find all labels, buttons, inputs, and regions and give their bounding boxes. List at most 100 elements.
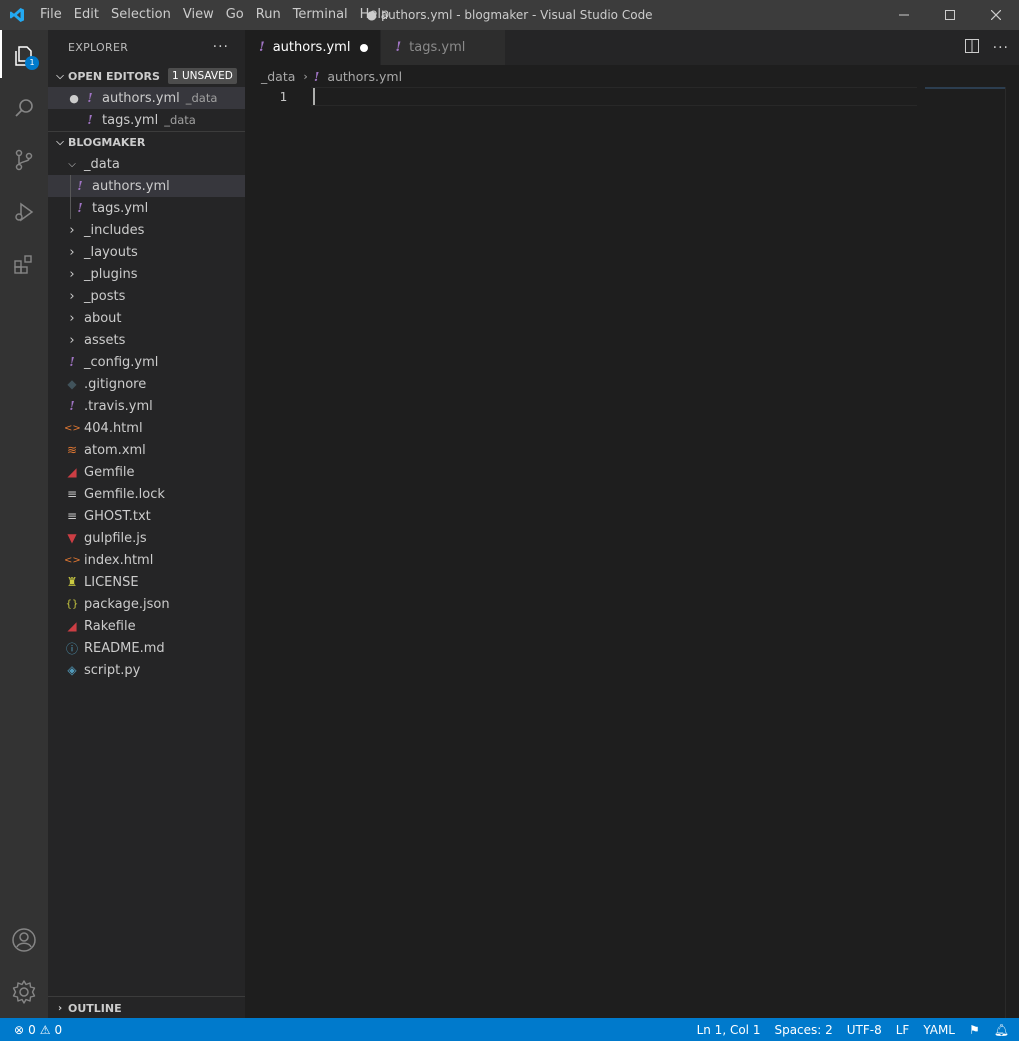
menu-edit[interactable]: Edit [68, 0, 105, 30]
menu-help[interactable]: Help [354, 0, 396, 30]
menu-file[interactable]: File [34, 0, 68, 30]
file-item[interactable]: ⓘ README.md [48, 637, 245, 659]
notifications-bell-icon[interactable]: 🔔︎ [994, 1023, 1009, 1037]
split-editor-icon[interactable] [964, 38, 979, 57]
warning-count: 0 [54, 1022, 63, 1037]
unsaved-dot-icon[interactable] [360, 43, 369, 52]
file-item[interactable]: ◢ Rakefile [48, 615, 245, 637]
file-name: .travis.yml [84, 398, 153, 414]
code-editor[interactable]: 1 [245, 87, 1019, 1018]
file-item[interactable]: ◢ Gemfile [48, 461, 245, 483]
account-icon[interactable] [0, 914, 48, 966]
html-icon: <> [64, 422, 81, 434]
file-item[interactable]: ▼ gulpfile.js [48, 527, 245, 549]
extensions-icon[interactable] [0, 238, 48, 290]
chevron-right-icon: › [303, 69, 308, 83]
tab-tags[interactable]: ! tags.yml [381, 30, 507, 65]
encoding[interactable]: UTF-8 [847, 1023, 882, 1037]
file-item[interactable]: ! tags.yml [48, 197, 245, 219]
unsaved-badge: 1 UNSAVED [167, 68, 237, 84]
run-debug-icon[interactable] [0, 186, 48, 238]
file-item[interactable]: ! authors.yml [48, 175, 245, 197]
file-item[interactable]: ◈ script.py [48, 659, 245, 681]
folder-name: about [84, 310, 122, 326]
file-item[interactable]: ≋ atom.xml [48, 439, 245, 461]
file-item[interactable]: ◆ .gitignore [48, 373, 245, 395]
file-item[interactable]: ! .travis.yml [48, 395, 245, 417]
open-editor-desc: _data [185, 91, 218, 105]
menu-bar: File Edit Selection View Go Run Terminal Help [34, 0, 395, 30]
problems-indicator[interactable]: ⊗ 0 ⚠ 0 [0, 1023, 62, 1037]
folder-item[interactable]: › _posts [48, 285, 245, 307]
cursor-position[interactable]: Ln 1, Col 1 [697, 1023, 761, 1037]
file-name: README.md [84, 640, 165, 656]
chevron-right-icon: › [57, 1002, 63, 1014]
project-label: BLOGMAKER [68, 136, 146, 149]
explorer-icon[interactable]: 1 [0, 30, 48, 82]
yaml-icon: ! [395, 40, 402, 55]
project-section[interactable]: ⌵ BLOGMAKER [48, 131, 245, 153]
git-icon: ◆ [67, 377, 77, 391]
file-name: Gemfile.lock [84, 486, 165, 502]
error-icon: ⊗ [14, 1022, 25, 1037]
ruby-icon: ◢ [67, 465, 77, 479]
unsaved-dot-icon[interactable]: ● [66, 92, 82, 105]
settings-gear-icon[interactable] [0, 966, 48, 1018]
editor-area: ! authors.yml ! tags.yml ··· _data › ! a… [245, 30, 1019, 1018]
tab-authors[interactable]: ! authors.yml [245, 30, 382, 65]
file-item[interactable]: ♜ LICENSE [48, 571, 245, 593]
language-mode[interactable]: YAML [923, 1023, 955, 1037]
status-bar: ⊗ 0 ⚠ 0 Ln 1, Col 1 Spaces: 2 UTF-8 LF Y… [0, 1018, 1019, 1041]
minimap[interactable] [925, 87, 1005, 89]
menu-view[interactable]: View [177, 0, 220, 30]
close-icon[interactable] [973, 0, 1019, 30]
file-name: LICENSE [84, 574, 139, 590]
vertical-scrollbar[interactable] [1005, 87, 1019, 1018]
open-editor-item[interactable]: ● ! authors.yml _data [48, 87, 245, 109]
explorer-header: EXPLORER ··· [48, 30, 245, 65]
maximize-icon[interactable] [927, 0, 973, 30]
feedback-icon[interactable]: ⚑ [969, 1023, 980, 1037]
more-actions-icon[interactable]: ··· [213, 39, 229, 55]
menu-go[interactable]: Go [220, 0, 250, 30]
file-item[interactable]: ≡ GHOST.txt [48, 505, 245, 527]
menu-terminal[interactable]: Terminal [287, 0, 354, 30]
yaml-icon: ! [259, 40, 265, 55]
folder-item[interactable]: › _includes [48, 219, 245, 241]
chevron-down-icon: ⌵ [68, 158, 76, 170]
folder-item[interactable]: ⌵ _data [48, 153, 245, 175]
folder-item[interactable]: › _layouts [48, 241, 245, 263]
open-editor-item[interactable]: ! tags.yml _data [48, 109, 245, 131]
tab-label: authors.yml [272, 40, 351, 55]
open-editors-section[interactable]: ⌵ OPEN EDITORS 1 UNSAVED [48, 65, 245, 87]
indentation[interactable]: Spaces: 2 [774, 1023, 832, 1037]
search-icon[interactable] [0, 82, 48, 134]
end-of-line[interactable]: LF [896, 1023, 910, 1037]
menu-run[interactable]: Run [250, 0, 287, 30]
folder-item[interactable]: › about [48, 307, 245, 329]
minimize-icon[interactable] [881, 0, 927, 30]
file-item[interactable]: ≡ Gemfile.lock [48, 483, 245, 505]
breadcrumb-folder[interactable]: _data [261, 69, 295, 84]
tree-guide [70, 197, 71, 219]
file-item[interactable]: ! _config.yml [48, 351, 245, 373]
explorer-badge: 1 [25, 56, 39, 70]
html-icon: <> [64, 554, 81, 566]
file-name: 404.html [84, 420, 143, 436]
file-name: GHOST.txt [84, 508, 151, 524]
folder-item[interactable]: › _plugins [48, 263, 245, 285]
file-item[interactable]: {} package.json [48, 593, 245, 615]
outline-section[interactable]: › OUTLINE [48, 996, 245, 1018]
breadcrumb-file[interactable]: authors.yml [327, 69, 402, 84]
file-name: tags.yml [92, 200, 149, 216]
chevron-right-icon: › [69, 266, 75, 282]
source-control-icon[interactable] [0, 134, 48, 186]
folder-item[interactable]: › assets [48, 329, 245, 351]
activity-bar: 1 [0, 30, 48, 1018]
file-item[interactable]: <> index.html [48, 549, 245, 571]
menu-selection[interactable]: Selection [105, 0, 177, 30]
explorer-sidebar: EXPLORER ··· ⌵ OPEN EDITORS 1 UNSAVED ● … [48, 30, 245, 1018]
more-actions-icon[interactable]: ··· [993, 40, 1009, 56]
tree-guide [70, 175, 71, 197]
file-item[interactable]: <> 404.html [48, 417, 245, 439]
